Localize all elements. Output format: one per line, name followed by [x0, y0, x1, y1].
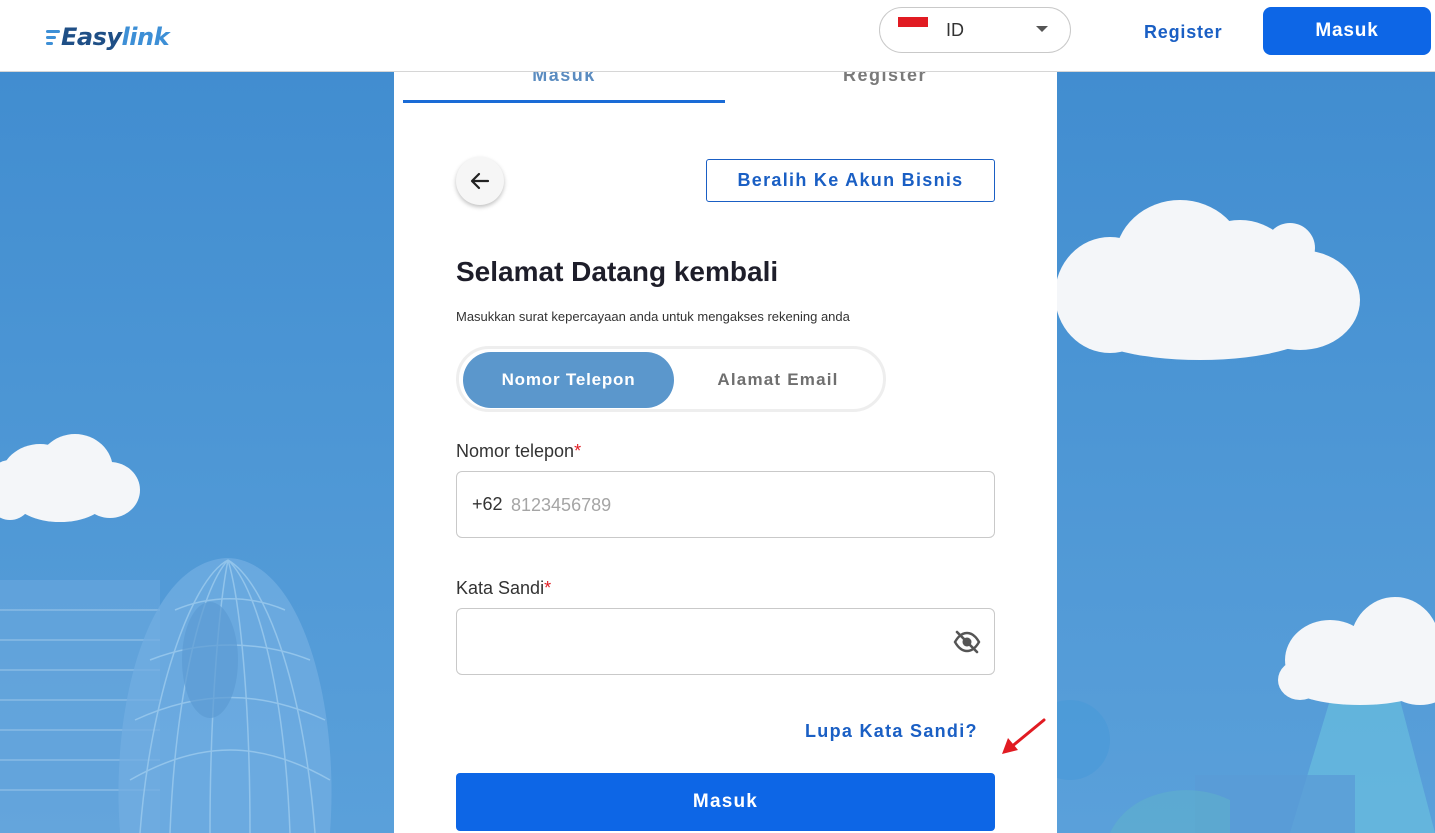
switch-to-business-button[interactable]: Beralih Ke Akun Bisnis — [706, 159, 995, 202]
toggle-email-address[interactable]: Alamat Email — [674, 352, 882, 408]
password-input[interactable] — [472, 629, 932, 655]
caret-down-icon — [1036, 26, 1048, 32]
logo-text: Easylink — [61, 23, 170, 51]
top-navbar: Easylink ID Register Masuk — [0, 0, 1435, 72]
password-field — [456, 608, 995, 675]
logo-speed-lines-icon — [46, 29, 60, 45]
language-selector[interactable]: ID — [879, 7, 1071, 53]
indonesia-flag-icon — [898, 17, 928, 37]
arrow-left-icon — [470, 172, 490, 190]
country-code-prefix: +62 — [472, 494, 503, 514]
easylink-logo[interactable]: Easylink — [46, 22, 170, 52]
back-button[interactable] — [456, 157, 504, 205]
login-submit-button[interactable]: Masuk — [456, 773, 995, 831]
logo-text-accent: link — [121, 23, 170, 51]
password-field-label: Kata Sandi* — [456, 578, 551, 599]
required-mark: * — [574, 441, 582, 461]
login-method-toggle: Nomor Telepon Alamat Email — [456, 346, 886, 412]
annotation-arrow-icon — [1002, 718, 1046, 754]
page-title: Selamat Datang kembali — [456, 256, 779, 287]
phone-input[interactable] — [511, 492, 971, 518]
password-label-text: Kata Sandi — [456, 578, 545, 598]
phone-field-label: Nomor telepon* — [456, 441, 581, 462]
language-code: ID — [946, 20, 964, 40]
login-card: Masuk Register Beralih Ke Akun Bisnis Se… — [394, 60, 1057, 833]
forgot-password-link[interactable]: Lupa Kata Sandi? — [805, 721, 978, 742]
header-login-button[interactable]: Masuk — [1263, 7, 1431, 55]
page-subtitle: Masukkan surat kepercayaan anda untuk me… — [456, 309, 850, 324]
phone-label-text: Nomor telepon — [456, 441, 575, 461]
phone-field: +62 — [456, 471, 995, 538]
logo-text-main: Easy — [61, 23, 122, 51]
eye-off-icon[interactable] — [952, 629, 982, 655]
active-tab-indicator — [403, 100, 725, 103]
header-register-link[interactable]: Register — [1144, 22, 1222, 43]
toggle-phone-number[interactable]: Nomor Telepon — [463, 352, 674, 408]
required-mark: * — [544, 578, 552, 598]
